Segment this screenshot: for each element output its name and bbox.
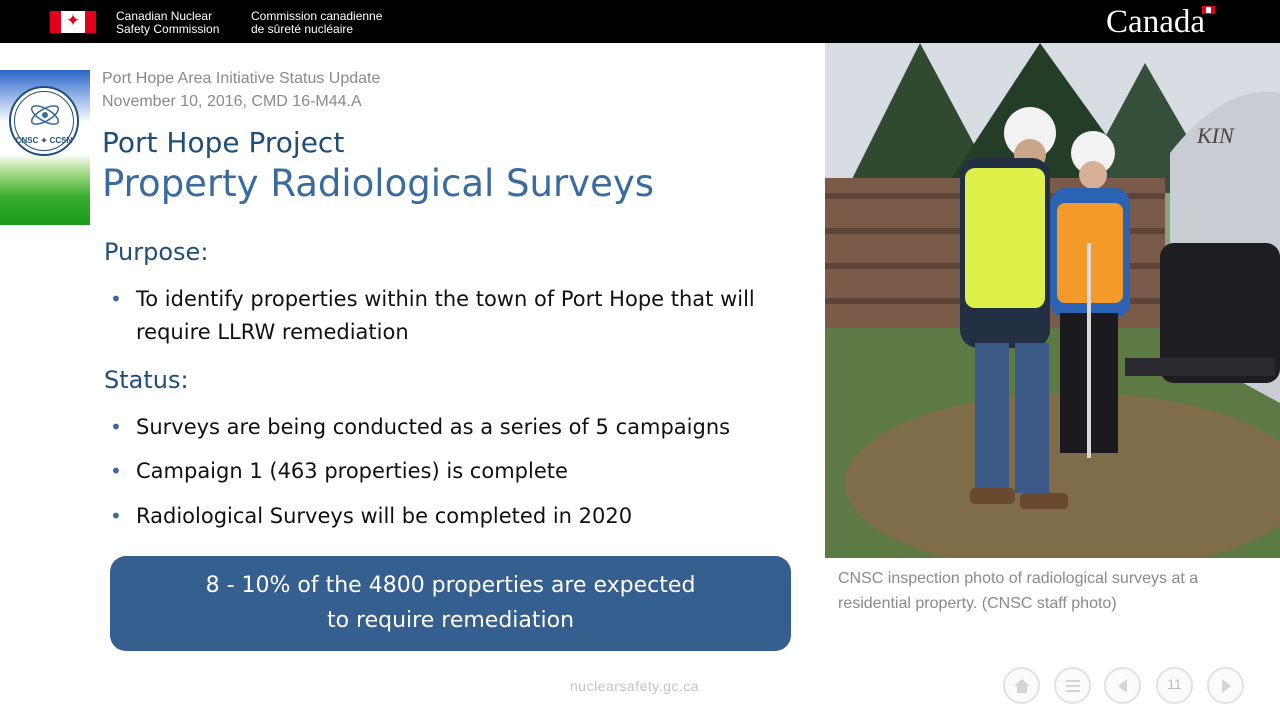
slide-meta-line1: Port Hope Area Initiative Status Update <box>102 70 381 87</box>
home-icon <box>1013 678 1030 693</box>
agency-en-line2: Safety Commission <box>116 22 220 36</box>
callout-line2: to require remediation <box>326 608 575 633</box>
previous-slide-button[interactable] <box>1104 667 1141 704</box>
seal-text: CNSC ✦ CCSN <box>15 136 73 145</box>
trailer-text: KIN <box>1196 123 1235 148</box>
footer-url[interactable]: nuclearsafety.gc.ca <box>570 678 699 694</box>
bullet-dot-icon: • <box>110 287 122 311</box>
page-number: 11 <box>1167 676 1182 692</box>
page-number-indicator[interactable]: 11 <box>1156 667 1193 704</box>
menu-button[interactable] <box>1054 667 1091 704</box>
bullet-dot-icon: • <box>110 415 122 439</box>
status-bullet: • Campaign 1 (463 properties) is complet… <box>110 455 800 488</box>
canada-wordmark: Canada <box>1106 4 1205 40</box>
canada-flag-icon: ✦ <box>50 11 96 33</box>
photo-caption: CNSC inspection photo of radiological su… <box>838 570 1199 612</box>
home-button[interactable] <box>1003 667 1040 704</box>
bullet-dot-icon: • <box>110 504 122 528</box>
status-heading: Status: <box>104 366 189 394</box>
government-header-bar: ✦ Canadian Nuclear Safety Commission Com… <box>0 0 1280 43</box>
purpose-heading: Purpose: <box>104 238 209 266</box>
next-slide-button[interactable] <box>1207 667 1244 704</box>
agency-name-french: Commission canadienne de sûreté nucléair… <box>251 10 382 36</box>
callout-line1: 8 - 10% of the 4800 properties are expec… <box>205 573 696 598</box>
survey-photo: KIN <box>825 43 1280 558</box>
wordmark-flag-icon <box>1202 6 1215 14</box>
menu-icon <box>1065 679 1080 692</box>
logo-panel: CNSC ✦ CCSN <box>0 70 90 225</box>
slide-title-line2: Property Radiological Surveys <box>102 162 655 205</box>
status-bullet-text: Campaign 1 (463 properties) is complete <box>136 459 568 483</box>
agency-fr-line2: de sûreté nucléaire <box>251 22 354 36</box>
slide-meta-line2: November 10, 2016, CMD 16-M44.A <box>102 93 362 110</box>
cnsc-seal-icon: CNSC ✦ CCSN <box>9 86 79 156</box>
slide-title-line1: Port Hope Project <box>102 126 345 159</box>
status-bullet: • Surveys are being conducted as a serie… <box>110 411 800 444</box>
status-bullet: • Radiological Surveys will be completed… <box>110 500 800 533</box>
prev-icon <box>1117 678 1127 693</box>
status-bullet-text: Surveys are being conducted as a series … <box>136 415 731 439</box>
agency-name-english: Canadian Nuclear Safety Commission <box>116 10 219 36</box>
purpose-bullet-text: To identify properties within the town o… <box>136 287 755 344</box>
next-icon <box>1221 678 1231 693</box>
status-bullet-text: Radiological Surveys will be completed i… <box>136 504 633 528</box>
survey-photo-illustration: KIN <box>825 43 1280 558</box>
bullet-dot-icon: • <box>110 459 122 483</box>
purpose-bullet: • To identify properties within the town… <box>110 283 800 349</box>
remediation-callout: 8 - 10% of the 4800 properties are expec… <box>110 556 791 651</box>
